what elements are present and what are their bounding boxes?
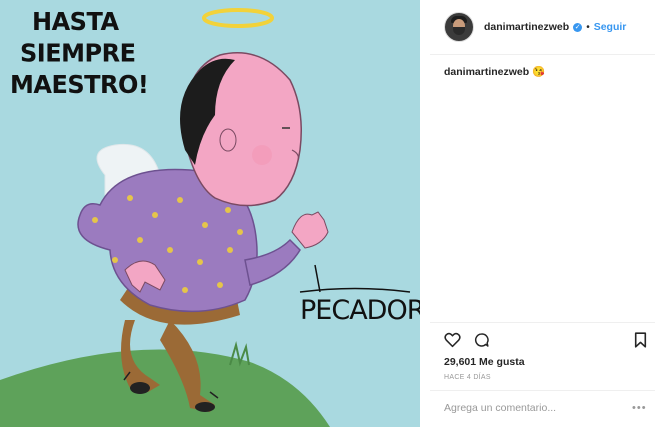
comment-input[interactable]: Agrega un comentario... (444, 402, 556, 414)
likes-count[interactable]: 29,601 Me gusta (444, 356, 525, 368)
art-title: HASTA SIEMPRE MAESTRO! (10, 6, 149, 101)
action-bar (444, 332, 647, 348)
more-options-icon[interactable]: ••• (632, 402, 647, 414)
instagram-post: HASTA SIEMPRE MAESTRO! PECADOR danimarti… (0, 0, 655, 427)
caption-text: 😘 (532, 66, 546, 78)
sign-pointer (314, 264, 321, 293)
right-hand (291, 211, 329, 249)
post-image[interactable]: HASTA SIEMPRE MAESTRO! PECADOR (0, 0, 420, 427)
post-timestamp: HACE 4 DÍAS (444, 374, 491, 381)
bookmark-icon[interactable] (634, 332, 647, 348)
post-caption: danimartinezweb 😘 (444, 65, 545, 78)
author-username[interactable]: danimartinezweb (484, 21, 569, 33)
art-title-line2: SIEMPRE (20, 38, 136, 68)
caption-username[interactable]: danimartinezweb (444, 66, 529, 78)
verified-badge-icon: ✓ (573, 22, 583, 32)
art-title-line1: HASTA (32, 6, 119, 37)
comment-bubble-icon[interactable] (473, 332, 490, 348)
actions-divider (430, 322, 655, 323)
post-side-panel: danimartinezweb ✓ • Seguir danimartinezw… (430, 0, 655, 427)
avatar[interactable] (444, 12, 474, 42)
header-divider (430, 54, 655, 55)
grass (0, 349, 330, 427)
follow-button[interactable]: Seguir (594, 21, 627, 33)
post-header: danimartinezweb ✓ • Seguir (430, 0, 655, 54)
separator-dot: • (586, 21, 590, 33)
art-sign-text: PECADOR (300, 295, 420, 326)
art-title-line3: MAESTRO! (10, 69, 149, 100)
halo (202, 8, 274, 28)
like-heart-icon[interactable] (444, 332, 461, 348)
comment-divider (430, 390, 655, 391)
